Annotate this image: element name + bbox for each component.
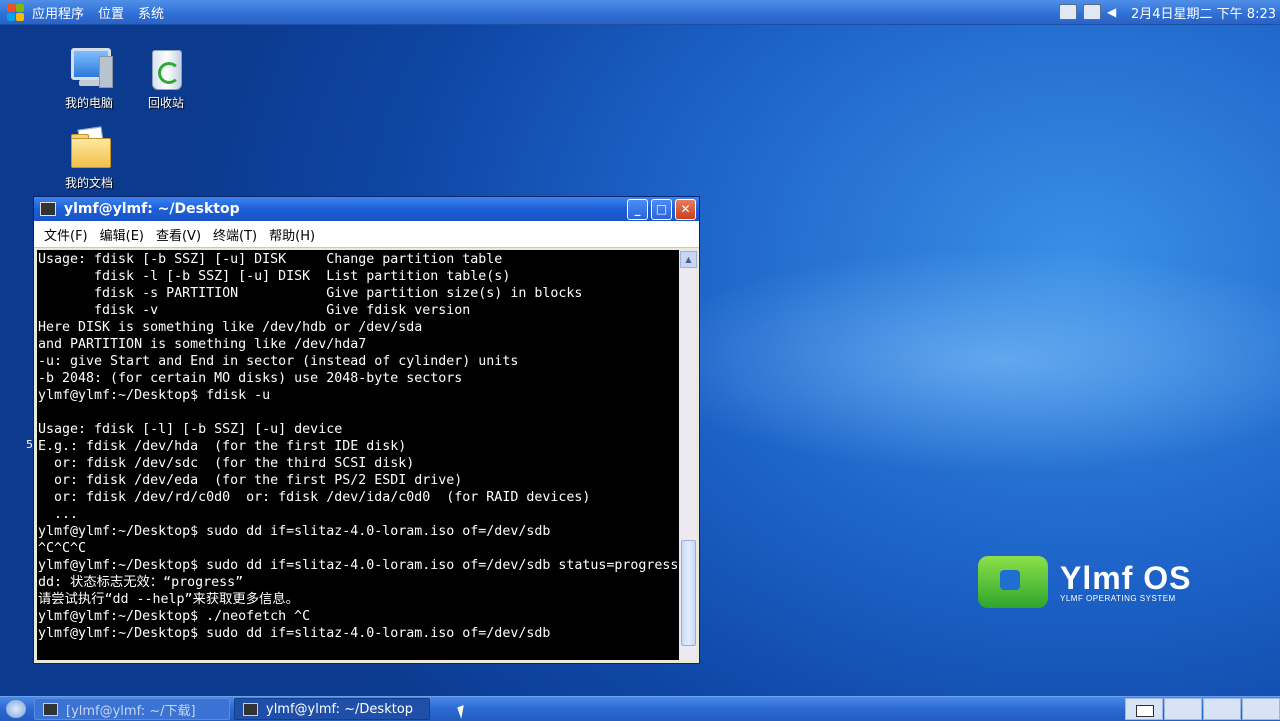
workspace-1[interactable]	[1125, 698, 1163, 720]
terminal-line: fdisk -l [-b SSZ] [-u] DISK List partiti…	[38, 269, 511, 284]
workspace-switcher	[1124, 698, 1280, 720]
menu-help[interactable]: 帮助(H)	[269, 225, 315, 244]
menu-file[interactable]: 文件(F)	[44, 225, 88, 244]
workspace-3[interactable]	[1203, 698, 1241, 720]
maximize-button[interactable]: □	[651, 198, 672, 220]
taskbar-button-label: ylmf@ylmf: ~/Desktop	[266, 701, 414, 717]
terminal-line: dd: 状态标志无效：“progress”	[38, 575, 244, 590]
terminal-window: ylmf@ylmf: ~/Desktop _ □ ✕ 文件(F) 编辑(E) 查…	[33, 196, 700, 664]
desktop-icon-label: 我的文档	[64, 176, 113, 190]
minimize-button[interactable]: _	[627, 198, 648, 220]
brand-title: Ylmf OS	[1060, 559, 1192, 596]
terminal-line: -b 2048: (for certain MO disks) use 2048…	[38, 371, 463, 386]
start-menu-logo-icon[interactable]	[6, 2, 26, 22]
top-panel: 应用程序 位置 系统 ◀ 2月4日星期二 下午 8:23	[0, 0, 1280, 25]
system-tray: ◀ 2月4日星期二 下午 8:23	[1059, 0, 1276, 24]
battery-icon[interactable]	[1083, 4, 1101, 20]
terminal-line: ylmf@ylmf:~/Desktop$ fdisk -u	[38, 388, 271, 403]
show-desktop-icon[interactable]	[6, 700, 26, 718]
workspace-2[interactable]	[1164, 698, 1202, 720]
terminal-line: ...	[38, 507, 79, 522]
terminal-line: and PARTITION is something like /dev/hda…	[38, 337, 367, 352]
taskbar-button-desktop[interactable]: ylmf@ylmf: ~/Desktop	[234, 698, 430, 720]
terminal-line: -u: give Start and End in sector (instea…	[38, 354, 519, 369]
menu-terminal[interactable]: 终端(T)	[213, 225, 257, 244]
desktop-icon-trash[interactable]: 回收站	[126, 44, 206, 111]
volume-icon[interactable]: ◀	[1107, 5, 1119, 19]
menu-view[interactable]: 查看(V)	[156, 225, 201, 244]
terminal-icon	[40, 202, 56, 216]
terminal-line: 请尝试执行“dd --help”来获取更多信息。	[38, 592, 299, 607]
desktop-icon-label: 我的电脑	[64, 96, 113, 110]
taskbar-button-label: [ylmf@ylmf: ~/下载]	[66, 703, 196, 719]
terminal-line: ^C^C^C	[38, 541, 87, 556]
scroll-up-icon[interactable]: ▲	[680, 251, 697, 268]
desktop-icon-computer[interactable]: 我的电脑	[49, 44, 129, 111]
desktop-icon-documents[interactable]: 我的文档	[49, 124, 129, 191]
terminal-line: E.g.: fdisk /dev/hda (for the first IDE …	[38, 439, 407, 454]
terminal-line: fdisk -s PARTITION Give partition size(s…	[38, 286, 583, 301]
terminal-output[interactable]: Usage: fdisk [-b SSZ] [-u] DISK Change p…	[37, 250, 679, 659]
menu-applications[interactable]: 应用程序	[32, 3, 84, 22]
menu-edit[interactable]: 编辑(E)	[100, 225, 144, 244]
terminal-line: Here DISK is something like /dev/hdb or …	[38, 320, 423, 335]
terminal-icon	[243, 702, 258, 716]
terminal-icon	[43, 702, 58, 716]
terminal-scrollbar[interactable]: ▲	[679, 250, 697, 660]
window-titlebar[interactable]: ylmf@ylmf: ~/Desktop _ □ ✕	[34, 197, 699, 221]
clock[interactable]: 2月4日星期二 下午 8:23	[1131, 3, 1276, 22]
terminal-line: fdisk -v Give fdisk version	[38, 303, 471, 318]
terminal-line: or: fdisk /dev/rd/c0d0 or: fdisk /dev/id…	[38, 490, 591, 505]
computer-icon	[65, 44, 113, 92]
terminal-area[interactable]: Usage: fdisk [-b SSZ] [-u] DISK Change p…	[37, 250, 679, 660]
documents-folder-icon	[65, 124, 113, 172]
terminal-line: or: fdisk /dev/eda (for the first PS/2 E…	[38, 473, 463, 488]
close-button[interactable]: ✕	[675, 198, 696, 220]
workspace-4[interactable]	[1242, 698, 1280, 720]
terminal-line: ylmf@ylmf:~/Desktop$ sudo dd if=slitaz-4…	[38, 626, 551, 641]
trash-icon	[142, 44, 190, 92]
stray-text: 5	[26, 438, 33, 451]
bottom-taskbar: [ylmf@ylmf: ~/下载] ylmf@ylmf: ~/Desktop	[0, 696, 1280, 721]
terminal-line: ylmf@ylmf:~/Desktop$ ./neofetch ^C	[38, 609, 311, 624]
ylmf-mark-icon	[978, 556, 1048, 608]
terminal-line: Usage: fdisk [-l] [-b SSZ] [-u] device	[38, 422, 343, 437]
window-menubar: 文件(F) 编辑(E) 查看(V) 终端(T) 帮助(H)	[34, 221, 699, 248]
menu-system[interactable]: 系统	[138, 3, 164, 22]
scrollbar-thumb[interactable]	[681, 540, 696, 646]
network-icon[interactable]	[1059, 4, 1077, 20]
terminal-line: or: fdisk /dev/sdc (for the third SCSI d…	[38, 456, 415, 471]
terminal-line: ylmf@ylmf:~/Desktop$ sudo dd if=slitaz-4…	[38, 558, 679, 573]
desktop-icon-label: 回收站	[147, 96, 184, 110]
terminal-line: ylmf@ylmf:~/Desktop$ sudo dd if=slitaz-4…	[38, 524, 551, 539]
window-title: ylmf@ylmf: ~/Desktop	[64, 201, 240, 217]
menu-places[interactable]: 位置	[98, 3, 124, 22]
taskbar-button-downloads[interactable]: [ylmf@ylmf: ~/下载]	[34, 698, 230, 720]
brand-subtitle: YLMF OPERATING SYSTEM	[1060, 593, 1176, 603]
ylmf-os-logo: Ylmf OS YLMF OPERATING SYSTEM	[978, 556, 1191, 608]
terminal-line: Usage: fdisk [-b SSZ] [-u] DISK Change p…	[38, 252, 503, 267]
